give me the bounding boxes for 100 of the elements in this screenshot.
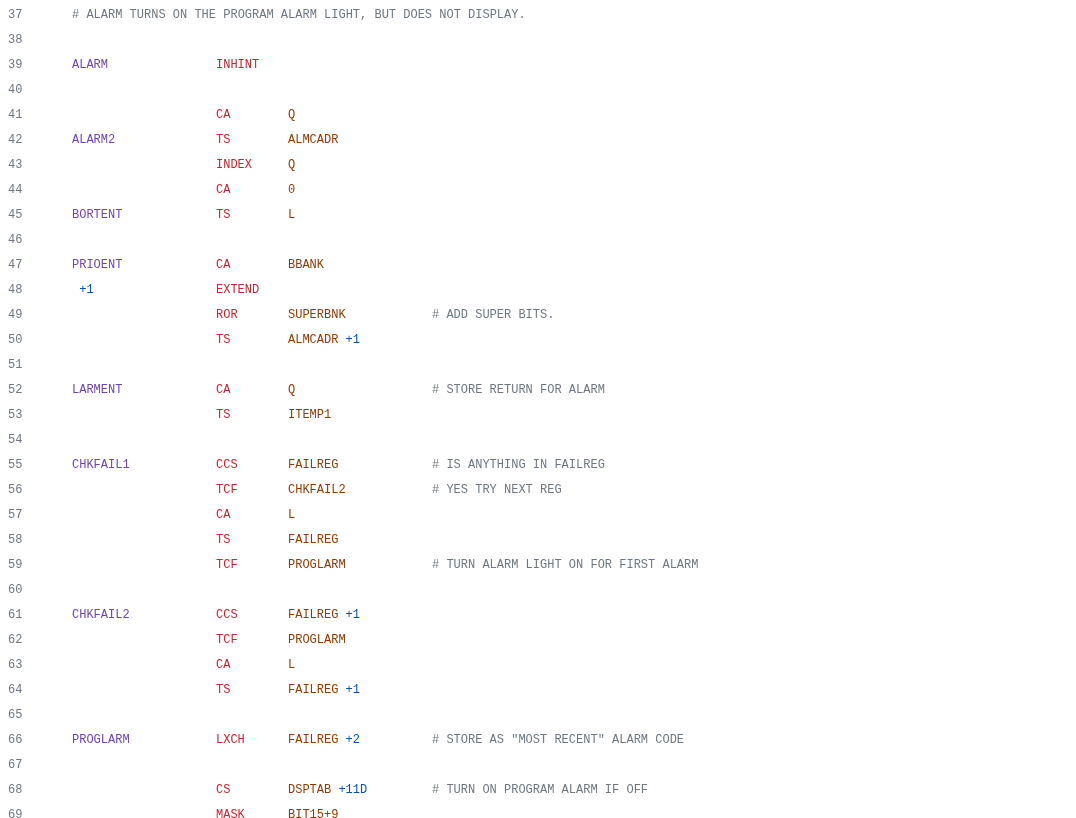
line-number: 37 — [8, 7, 24, 22]
line-number: 56 — [8, 482, 24, 497]
operand: L — [288, 207, 296, 222]
opcode: MASK — [216, 807, 245, 818]
opcode: EXTEND — [216, 282, 260, 297]
operand: Q — [288, 382, 296, 397]
line-number: 42 — [8, 132, 24, 147]
line-number: 60 — [8, 582, 24, 597]
line-number: 46 — [8, 232, 24, 247]
line-number: 53 — [8, 407, 24, 422]
line-number: 64 — [8, 682, 24, 697]
opcode: ROR — [216, 307, 238, 322]
opcode: CA — [216, 182, 231, 197]
line-number: 52 — [8, 382, 24, 397]
line-number: 59 — [8, 557, 24, 572]
opcode: TS — [216, 132, 231, 147]
opcode: TS — [216, 407, 231, 422]
code-comment: # TURN ON PROGRAM ALARM IF OFF — [432, 782, 649, 797]
code-label: ALARM — [72, 57, 108, 72]
operand: FAILREG — [288, 532, 339, 547]
operand: Q — [288, 107, 296, 122]
opcode: TS — [216, 682, 231, 697]
opcode: TCF — [216, 632, 238, 647]
operand: FAILREG — [288, 682, 339, 697]
operand: Q — [288, 157, 296, 172]
operand: FAILREG — [288, 457, 339, 472]
code-comment: # YES TRY NEXT REG — [432, 482, 562, 497]
opcode: CA — [216, 507, 231, 522]
opcode: INDEX — [216, 157, 252, 172]
opcode: CS — [216, 782, 231, 797]
line-number: 68 — [8, 782, 24, 797]
operand: ITEMP1 — [288, 407, 332, 422]
code-label: ALARM2 — [72, 132, 116, 147]
code-comment: # STORE RETURN FOR ALARM — [432, 382, 605, 397]
operand: DSPTAB — [288, 782, 332, 797]
line-number: 40 — [8, 82, 24, 97]
code-label: CHKFAIL1 — [72, 457, 130, 472]
operand: PROGLARM — [288, 557, 346, 572]
line-number: 44 — [8, 182, 24, 197]
line-number: 65 — [8, 707, 24, 722]
code-comment: # IS ANYTHING IN FAILREG — [432, 457, 605, 472]
code-comment: # TURN ALARM LIGHT ON FOR FIRST ALARM — [432, 557, 699, 572]
code-label: PROGLARM — [72, 732, 130, 747]
opcode: CA — [216, 257, 231, 272]
line-number: 69 — [8, 807, 24, 818]
line-number: 43 — [8, 157, 24, 172]
operand: SUPERBNK — [288, 307, 346, 322]
line-number: 61 — [8, 607, 24, 622]
opcode: TCF — [216, 557, 238, 572]
opcode: TS — [216, 532, 231, 547]
operand-offset: +1 — [345, 607, 360, 622]
label-offset: +1 — [79, 282, 94, 297]
operand: ALMCADR — [288, 132, 339, 147]
operand: BIT15+9 — [288, 807, 339, 818]
code-comment: # ADD SUPER BITS. — [432, 307, 555, 322]
line-number: 39 — [8, 57, 24, 72]
line-number: 49 — [8, 307, 24, 322]
code-label: BORTENT — [72, 207, 123, 222]
code-label: PRIOENT — [72, 257, 123, 272]
operand-offset: +1 — [345, 332, 360, 347]
operand: BBANK — [288, 257, 324, 272]
operand: L — [288, 507, 296, 522]
line-number: 51 — [8, 357, 24, 372]
opcode: TS — [216, 332, 231, 347]
line-number: 38 — [8, 32, 24, 47]
operand-offset: +2 — [345, 732, 360, 747]
code-comment: # STORE AS "MOST RECENT" ALARM CODE — [432, 732, 685, 747]
code-label: CHKFAIL2 — [72, 607, 130, 622]
operand: 0 — [288, 182, 296, 197]
line-number: 54 — [8, 432, 24, 447]
line-number: 67 — [8, 757, 24, 772]
line-number: 62 — [8, 632, 24, 647]
opcode: INHINT — [216, 57, 260, 72]
line-number: 63 — [8, 657, 24, 672]
line-number: 58 — [8, 532, 24, 547]
line-number: 47 — [8, 257, 24, 272]
operand-offset: +1 — [345, 682, 360, 697]
line-number: 57 — [8, 507, 24, 522]
line-number: 50 — [8, 332, 24, 347]
line-number: 55 — [8, 457, 24, 472]
opcode: CCS — [216, 607, 238, 622]
operand-offset: +11D — [338, 782, 368, 797]
code-label: LARMENT — [72, 382, 123, 397]
line-number: 66 — [8, 732, 24, 747]
opcode: TS — [216, 207, 231, 222]
opcode: CA — [216, 107, 231, 122]
code-comment: # ALARM TURNS ON THE PROGRAM ALARM LIGHT, BUT DOES NOT DISPLAY. — [72, 7, 527, 22]
line-number: 41 — [8, 107, 24, 122]
opcode: TCF — [216, 482, 238, 497]
opcode: CCS — [216, 457, 238, 472]
line-number: 45 — [8, 207, 24, 222]
operand: FAILREG — [288, 732, 339, 747]
operand: ALMCADR — [288, 332, 339, 347]
operand: L — [288, 657, 296, 672]
opcode: CA — [216, 657, 231, 672]
opcode: LXCH — [216, 732, 245, 747]
line-number: 48 — [8, 282, 24, 297]
operand: CHKFAIL2 — [288, 482, 346, 497]
operand: FAILREG — [288, 607, 339, 622]
opcode: CA — [216, 382, 231, 397]
